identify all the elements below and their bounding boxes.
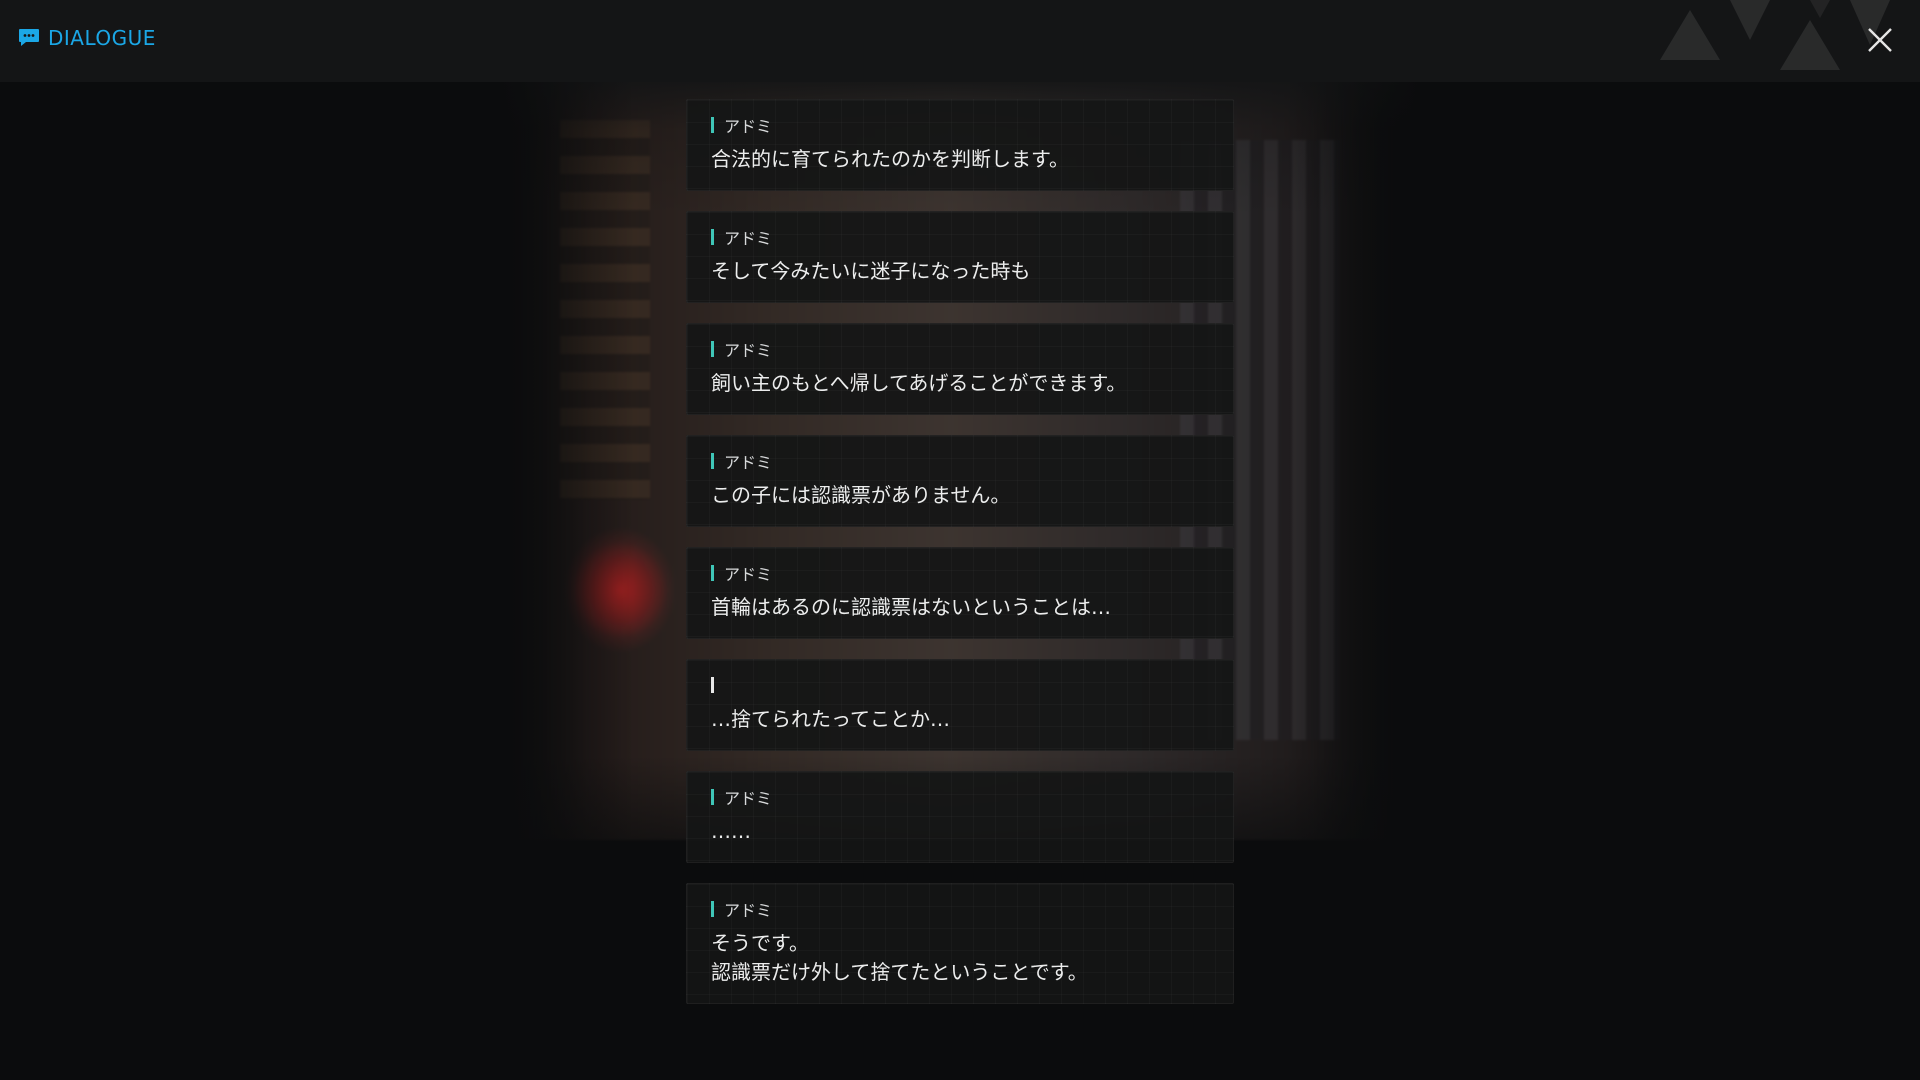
dialogue-entry: アドミそうです。 認識票だけ外して捨てたということです。 (686, 883, 1234, 1004)
dialogue-line: 首輪はあるのに認識票はないということは… (711, 595, 1111, 619)
close-icon[interactable] (1866, 26, 1894, 54)
dialogue-entry: アドミ首輪はあるのに認識票はないということは… (686, 547, 1234, 639)
dialogue-entry: アドミ飼い主のもとへ帰してあげることができます。 (686, 323, 1234, 415)
speaker-name: アドミ (711, 787, 1209, 808)
speaker-marker (711, 341, 714, 357)
dialogue-line: そうです。 認識票だけ外して捨てたということです。 (711, 931, 1088, 984)
dialogue-entry: アドミこの子には認識票がありません。 (686, 435, 1234, 527)
speaker-marker (711, 229, 714, 245)
dialogue-entry: アドミ …… (686, 771, 1234, 863)
header-bar: DIALOGUE (0, 0, 1920, 82)
dialogue-line: …捨てられたってことか… (711, 707, 950, 731)
speaker-name-text: アドミ (724, 901, 773, 920)
speaker-marker (711, 565, 714, 581)
dialogue-line: この子には認識票がありません。 (711, 483, 1011, 507)
dialogue-line: …… (711, 819, 751, 843)
dialogue-entry: アドミそして今みたいに迷子になった時も (686, 211, 1234, 303)
speaker-name-text: アドミ (724, 229, 773, 248)
dialogue-title-text: DIALOGUE (48, 26, 156, 50)
decorative-triangles (1660, 0, 1890, 70)
speaker-marker (711, 901, 714, 917)
speaker-name-text: アドミ (724, 117, 773, 136)
dialogue-title: DIALOGUE (18, 26, 156, 50)
dialogue-line: そして今みたいに迷子になった時も (711, 259, 1031, 283)
dialogue-log-screen: DIALOGUE アドミ 合法的に育てられたのかを判断します。 アドミ そして今みたい… (0, 0, 1920, 1080)
dialogue-entry: …捨てられたってことか… (686, 659, 1234, 751)
speaker-name-text: アドミ (724, 565, 773, 584)
speaker-name-text: アドミ (724, 789, 773, 808)
speaker-name: アドミ (711, 451, 1209, 472)
speaker-name: アドミ (711, 227, 1209, 248)
speaker-name (711, 675, 1209, 695)
speaker-name-text: アドミ (724, 341, 773, 360)
dialogue-log-list[interactable]: アドミ 合法的に育てられたのかを判断します。 アドミ そして今みたいに迷子になった時も… (686, 99, 1234, 1024)
dialogue-entry: アドミ合法的に育てられたのかを判断します。 (686, 99, 1234, 191)
speaker-marker (711, 117, 714, 133)
speaker-marker (711, 677, 714, 693)
speaker-name-text: アドミ (724, 453, 773, 472)
speaker-marker (711, 789, 714, 805)
chat-bubble-icon (19, 29, 39, 46)
dialogue-line: 合法的に育てられたのかを判断します。 (711, 147, 1069, 171)
dialogue-line: 飼い主のもとへ帰してあげることができます。 (711, 371, 1127, 395)
speaker-name: アドミ (711, 563, 1209, 584)
speaker-name: アドミ (711, 115, 1209, 136)
speaker-marker (711, 453, 714, 469)
speaker-name: アドミ (711, 339, 1209, 360)
speaker-name: アドミ (711, 899, 1209, 920)
